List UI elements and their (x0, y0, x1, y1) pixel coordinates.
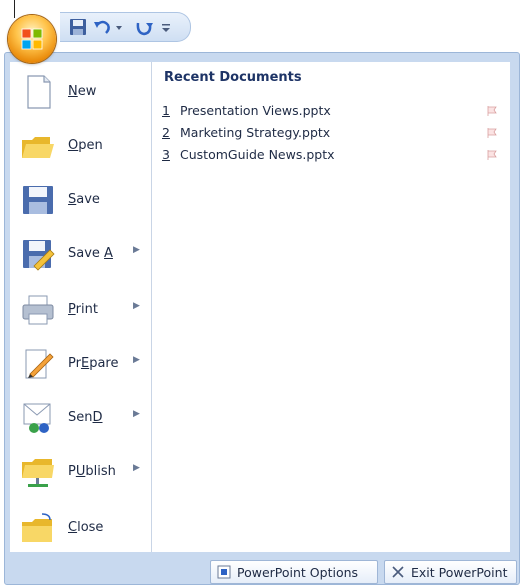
save-as-icon (23, 240, 55, 271)
submenu-arrow-icon: ▶ (133, 301, 140, 311)
menu-label-rest: pare (89, 356, 119, 371)
menu-label-rest: Pr (68, 356, 81, 371)
recent-document-name: Presentation Views.pptx (180, 103, 331, 118)
pin-icon[interactable] (486, 149, 498, 161)
menu-label-rest: P (68, 464, 76, 479)
menu-item-close[interactable]: Close (10, 502, 151, 554)
redo-icon[interactable] (134, 17, 154, 37)
recent-document-name: CustomGuide News.pptx (180, 147, 335, 162)
menu-label-rest: ew (77, 84, 97, 99)
recent-documents-list: 1 Presentation Views.pptx 2 Marketing St… (162, 100, 502, 166)
undo-icon[interactable] (92, 17, 112, 37)
submenu-arrow-icon: ▶ (133, 245, 140, 255)
recent-document-number: 1 (162, 103, 170, 118)
menu-item-prepare[interactable]: PrEpare ▶ (10, 338, 151, 390)
pin-icon[interactable] (486, 127, 498, 139)
dropdown-arrow-icon[interactable] (114, 17, 124, 37)
menu-item-send[interactable]: SenD ▶ (10, 392, 151, 444)
prepare-icon (25, 349, 54, 379)
recent-document-item[interactable]: 1 Presentation Views.pptx (162, 100, 502, 122)
pointer-line (14, 0, 15, 18)
submenu-arrow-icon: ▶ (133, 463, 140, 473)
menu-label-mnemonic: U (75, 464, 86, 479)
customize-icon[interactable] (160, 17, 172, 37)
close-icon (392, 566, 404, 578)
menu-label-rest: Sen (68, 410, 93, 425)
office-logo-icon (21, 28, 43, 50)
menu-item-print[interactable]: Print ▶ (10, 284, 151, 336)
publish-icon (22, 459, 54, 487)
submenu-arrow-icon: ▶ (133, 355, 140, 365)
menu-command-list: New Open Save Save A ▶ Print ▶ PrEpare ▶… (10, 62, 152, 552)
powerpoint-options-label: PowerPoint Options (237, 565, 359, 580)
menu-label-rest: pen (78, 138, 103, 153)
menu-label-rest: Save (68, 246, 105, 261)
send-icon (23, 403, 51, 433)
open-folder-icon (22, 137, 54, 158)
quick-access-toolbar (60, 12, 191, 42)
menu-label-mnemonic: P (68, 302, 76, 317)
recent-documents-panel: Recent Documents 1 Presentation Views.pp… (152, 62, 510, 552)
menu-label-mnemonic: A (104, 246, 113, 261)
printer-icon (22, 295, 54, 325)
menu-item-new[interactable]: New (10, 66, 151, 118)
menu-item-save[interactable]: Save (10, 174, 151, 226)
menu-label-rest: rint (75, 302, 98, 317)
options-icon (217, 565, 231, 579)
exit-powerpoint-label: Exit PowerPoint (411, 565, 508, 580)
menu-label-rest: blish (85, 464, 116, 479)
recent-documents-title: Recent Documents (164, 70, 302, 85)
menu-item-publish[interactable]: PUblish ▶ (10, 446, 151, 498)
menu-label-mnemonic: E (80, 356, 90, 371)
powerpoint-options-button[interactable]: PowerPoint Options (210, 560, 378, 584)
menu-item-save-as[interactable]: Save A ▶ (10, 228, 151, 280)
recent-document-number: 2 (162, 125, 170, 140)
menu-label-rest: lose (77, 520, 104, 535)
menu-label-rest: ave (76, 192, 100, 207)
save-icon (23, 186, 53, 214)
recent-document-item[interactable]: 3 CustomGuide News.pptx (162, 144, 502, 166)
exit-powerpoint-button[interactable]: Exit PowerPoint (384, 560, 517, 584)
recent-document-item[interactable]: 2 Marketing Strategy.pptx (162, 122, 502, 144)
save-icon[interactable] (68, 17, 88, 37)
menu-label-mnemonic: C (68, 520, 78, 535)
office-button[interactable] (8, 15, 56, 63)
recent-document-name: Marketing Strategy.pptx (180, 125, 331, 140)
pin-icon[interactable] (486, 105, 498, 117)
menu-item-open[interactable]: Open (10, 120, 151, 172)
menu-label-mnemonic: N (68, 84, 78, 99)
menu-label-mnemonic: O (68, 138, 79, 153)
close-folder-icon (22, 513, 52, 542)
new-document-icon (27, 75, 51, 109)
menu-label-mnemonic: D (92, 410, 103, 425)
submenu-arrow-icon: ▶ (133, 409, 140, 419)
recent-document-number: 3 (162, 147, 170, 162)
